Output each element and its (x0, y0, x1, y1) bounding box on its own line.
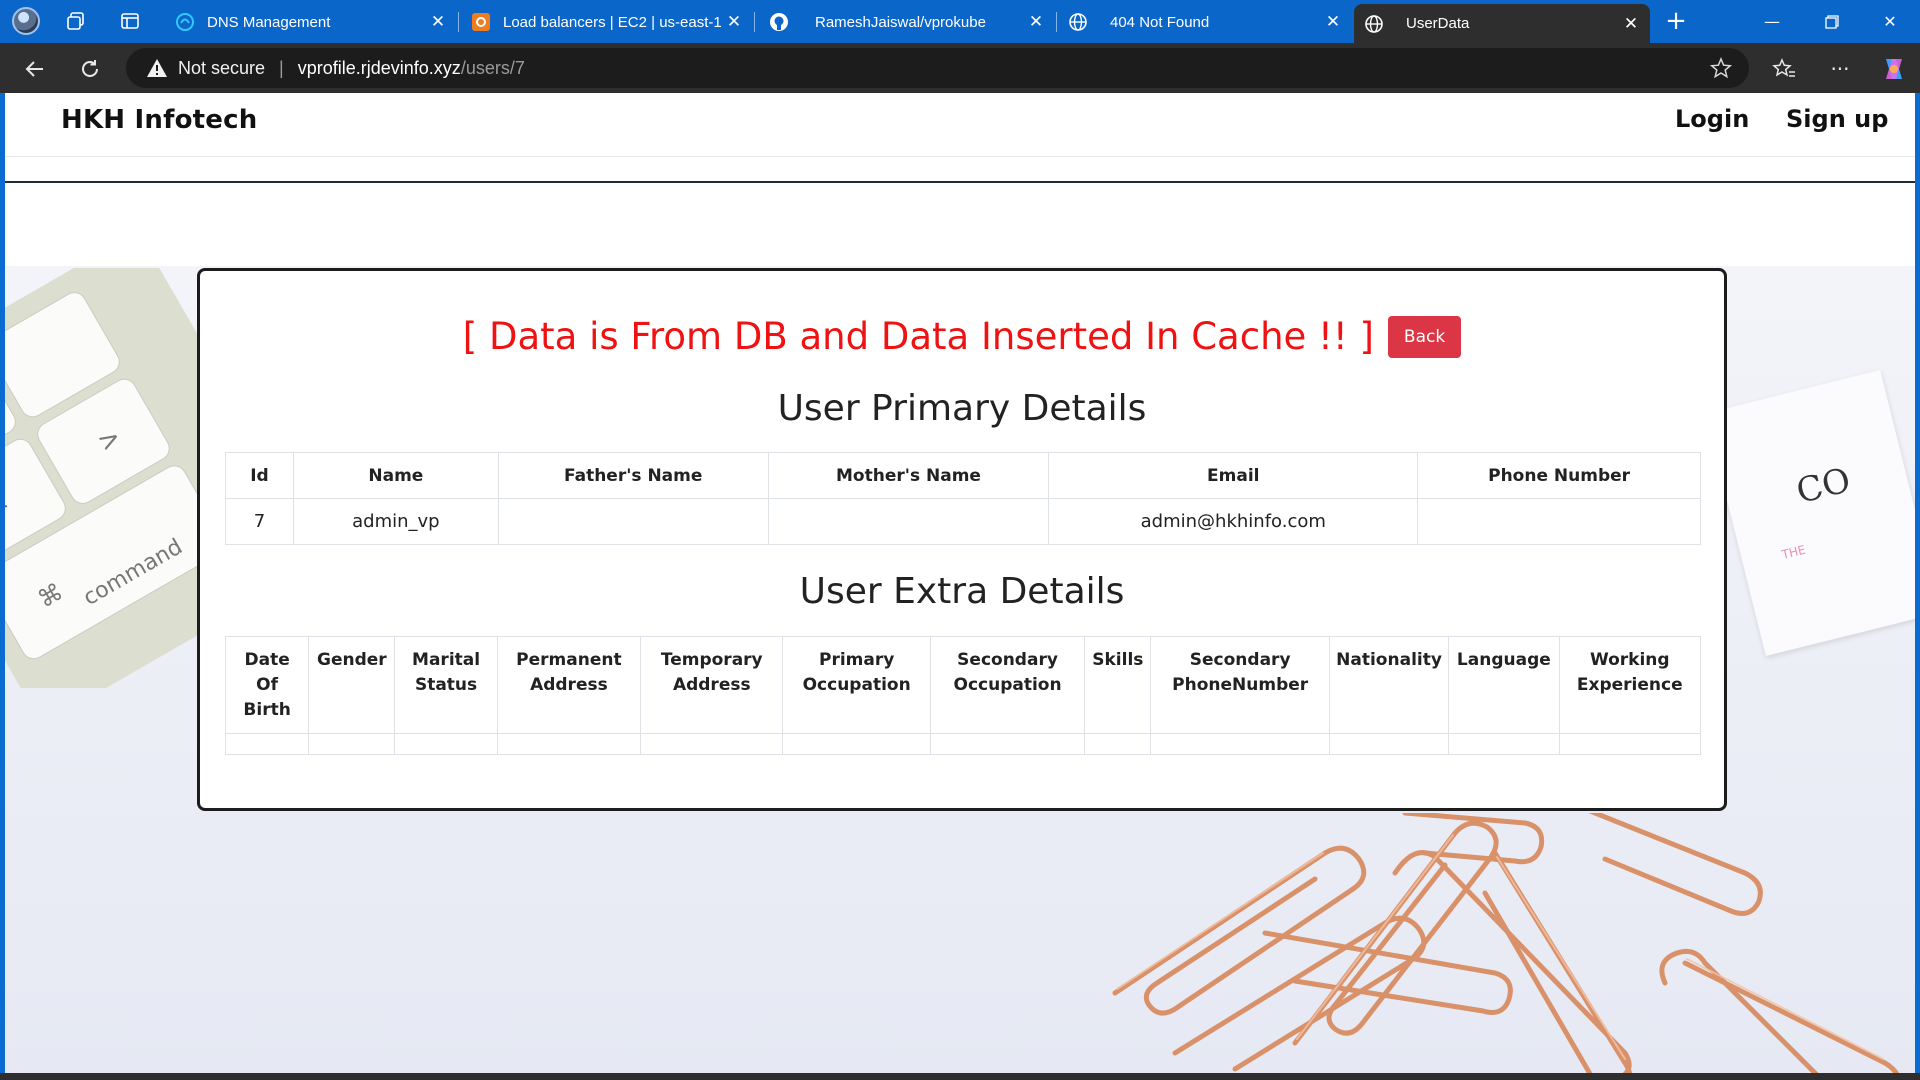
back-button[interactable]: Back (1387, 315, 1462, 358)
table-cell (496, 733, 642, 755)
tab-load-balancers[interactable]: Load balancers | EC2 | us-east-1 ✕ (461, 4, 755, 40)
web-page: L > < ⌘ command CO THE (5, 93, 1915, 1073)
security-label[interactable]: Not secure (178, 58, 265, 79)
restore-icon[interactable] (1802, 0, 1862, 43)
cloud-dns-icon (175, 12, 195, 32)
table-cell (1558, 733, 1701, 755)
refresh-icon[interactable] (73, 52, 107, 86)
signup-link[interactable]: Sign up (1786, 105, 1888, 133)
column-header: Gender (308, 636, 396, 734)
column-header: Skills (1084, 636, 1152, 734)
column-header: Secondary Occupation (929, 636, 1086, 734)
table-cell (929, 733, 1086, 755)
paperclips-image (1112, 813, 1899, 1073)
table-cell (782, 733, 931, 755)
vertical-tabs-icon[interactable] (114, 6, 146, 36)
tab-title: 404 Not Found (1110, 13, 1210, 31)
table-cell (394, 733, 498, 755)
favorites-icon[interactable] (1770, 55, 1798, 83)
tab-title: DNS Management (207, 13, 331, 31)
close-tab-icon[interactable]: ✕ (721, 9, 747, 35)
tab-title: UserData (1406, 15, 1470, 32)
user-data-card: [ Data is From DB and Data Inserted In C… (197, 268, 1727, 811)
table-cell (1150, 733, 1330, 755)
table-cell (1084, 733, 1152, 755)
column-header: Father's Name (497, 452, 769, 499)
new-tab-icon[interactable]: + (1660, 6, 1692, 36)
column-header: Nationality (1328, 636, 1450, 734)
table-header-row: Id Name Father's Name Mother's Name Emai… (225, 452, 1701, 499)
favorite-star-icon[interactable] (1709, 56, 1733, 80)
globe-icon (1364, 14, 1384, 34)
table-header-row: Date Of Birth Gender Marital Status Perm… (224, 636, 1701, 734)
avatar (12, 7, 40, 35)
column-header: Email (1048, 452, 1419, 499)
cell-email: admin@hkhinfo.com (1048, 498, 1419, 545)
primary-details-table: Id Name Father's Name Mother's Name Emai… (225, 452, 1701, 545)
back-arrow-icon[interactable] (18, 52, 52, 86)
column-header: Id (225, 452, 294, 499)
tab-title: RameshJaiswal/vprokube (815, 13, 986, 31)
url-path: /users/7 (460, 57, 525, 78)
extra-details-table: Date Of Birth Gender Marital Status Perm… (224, 636, 1701, 755)
cell-phone (1417, 498, 1701, 545)
column-header: Permanent Address (496, 636, 642, 734)
github-icon (769, 12, 789, 32)
tab-userdata[interactable]: UserData ✕ (1354, 4, 1650, 43)
table-cell (640, 733, 784, 755)
address-bar[interactable]: Not secure | vprofile.rjdevinfo.xyz/user… (126, 48, 1749, 88)
close-tab-icon[interactable]: ✕ (1618, 11, 1644, 37)
more-options-icon[interactable]: ··· (1826, 55, 1854, 83)
close-tab-icon[interactable]: ✕ (425, 9, 451, 35)
primary-details-title: User Primary Details (777, 388, 1147, 429)
svg-text:THE: THE (1779, 543, 1807, 563)
table-cell (308, 733, 396, 755)
keyboard-image: L > < ⌘ command (5, 268, 215, 688)
table-cell (224, 733, 310, 755)
site-navbar: HKH Infotech Login Sign up (5, 93, 1915, 266)
table-cell (1448, 733, 1560, 755)
tab-404[interactable]: 404 Not Found ✕ (1058, 4, 1352, 40)
url-host: vprofile.rjdevinfo.xyz (297, 57, 461, 78)
workspaces-icon[interactable] (60, 6, 92, 36)
cache-status-row: [ Data is From DB and Data Inserted In C… (200, 315, 1724, 358)
globe-icon (1068, 12, 1088, 32)
cache-status-message: [ Data is From DB and Data Inserted In C… (462, 315, 1374, 358)
tab-dns-management[interactable]: DNS Management ✕ (165, 4, 459, 40)
aws-icon (471, 12, 491, 32)
navbar-divider (5, 181, 1915, 183)
column-header: Working Experience (1558, 636, 1701, 734)
table-row (224, 733, 1701, 755)
tab-title: Load balancers | EC2 | us-east-1 (503, 13, 721, 31)
column-header: Primary Occupation (782, 636, 931, 734)
browser-toolbar: Not secure | vprofile.rjdevinfo.xyz/user… (0, 43, 1920, 93)
column-header: Secondary PhoneNumber (1150, 636, 1330, 734)
warning-icon[interactable] (146, 57, 168, 79)
copilot-icon[interactable] (1880, 55, 1908, 83)
profile-avatar[interactable] (10, 6, 42, 36)
login-link[interactable]: Login (1675, 105, 1749, 133)
column-header: Mother's Name (767, 452, 1050, 499)
extra-details-title: User Extra Details (799, 571, 1125, 612)
close-tab-icon[interactable]: ✕ (1023, 9, 1049, 35)
column-header: Temporary Address (640, 636, 784, 734)
column-header: Phone Number (1417, 452, 1701, 499)
brand-logo[interactable]: HKH Infotech (61, 105, 257, 135)
cell-id: 7 (225, 498, 294, 545)
close-window-icon[interactable]: ✕ (1860, 0, 1920, 43)
column-header: Marital Status (394, 636, 498, 734)
close-tab-icon[interactable]: ✕ (1320, 9, 1346, 35)
minimize-icon[interactable]: — (1742, 0, 1802, 43)
cell-father-name (497, 498, 769, 545)
browser-tab-strip: DNS Management ✕ Load balancers | EC2 | … (0, 0, 1920, 43)
table-row: 7 admin_vp admin@hkhinfo.com (225, 498, 1701, 545)
svg-text:CO: CO (1792, 460, 1854, 512)
column-header: Name (292, 452, 499, 499)
column-header: Language (1448, 636, 1560, 734)
cell-mother-name (767, 498, 1050, 545)
table-cell (1328, 733, 1450, 755)
column-header: Date Of Birth (224, 636, 310, 734)
tab-github-repo[interactable]: RameshJaiswal/vprokube ✕ (759, 4, 1057, 40)
cell-name: admin_vp (292, 498, 499, 545)
